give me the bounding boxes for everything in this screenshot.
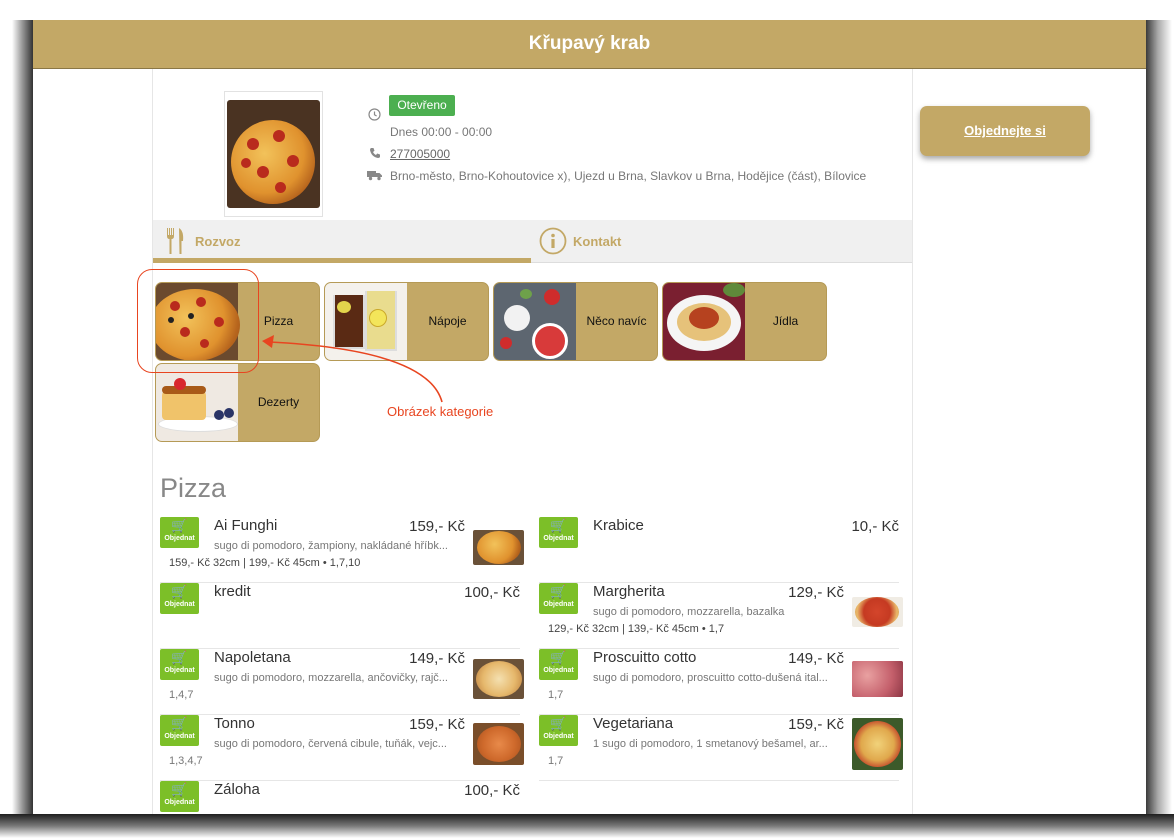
header-bar: Křupavý krab	[33, 20, 1146, 69]
product-item[interactable]: 🛒 Objednat Ai Funghi 159,- Kč sugo di pom…	[160, 517, 524, 583]
add-to-cart-button[interactable]: 🛒 Objednat	[160, 781, 199, 812]
cart-icon: 🛒	[171, 518, 188, 533]
cart-icon: 🛒	[550, 716, 567, 731]
tab-bar: Rozvoz Kontakt	[153, 220, 912, 263]
product-price: 129,- Kč	[788, 584, 844, 601]
category-neco-navic[interactable]: Něco navíc	[493, 282, 658, 361]
cart-icon: 🛒	[550, 584, 567, 599]
add-to-cart-button[interactable]: 🛒 Objednat	[539, 583, 578, 614]
product-allergens: 1,3,4,7	[169, 755, 203, 767]
add-to-cart-button[interactable]: 🛒 Objednat	[160, 649, 199, 680]
tab-kontakt[interactable]: Kontakt	[531, 220, 912, 262]
product-price: 159,- Kč	[409, 518, 465, 535]
cart-icon: 🛒	[171, 650, 188, 665]
product-item[interactable]: 🛒 Objednat Krabice 10,- Kč	[539, 517, 899, 583]
cart-icon: 🛒	[171, 782, 188, 797]
section-title: Pizza	[160, 473, 227, 503]
product-item[interactable]: 🛒 Objednat Tonno 159,- Kč sugo di pomodor…	[160, 715, 524, 781]
product-thumbnail	[473, 530, 524, 565]
product-name: Margherita	[593, 583, 665, 600]
product-thumbnail	[473, 659, 524, 699]
delivery-truck-icon	[367, 169, 383, 184]
pizza-photo	[227, 100, 320, 208]
product-item[interactable]: 🛒 Objednat Margherita 129,- Kč sugo di po…	[539, 583, 903, 649]
add-to-cart-button[interactable]: 🛒 Objednat	[539, 649, 578, 680]
product-allergens: 1,4,7	[169, 689, 194, 701]
add-to-cart-button[interactable]: 🛒 Objednat	[160, 517, 199, 548]
category-label: Jídla	[772, 314, 799, 328]
product-allergens: 1,7	[548, 755, 564, 767]
product-name: Proscuitto cotto	[593, 649, 697, 666]
product-price: 149,- Kč	[788, 650, 844, 667]
annotation-label: Obrázek kategorie	[387, 404, 494, 419]
cart-icon: 🛒	[550, 650, 567, 665]
add-to-cart-button[interactable]: 🛒 Objednat	[160, 715, 199, 746]
product-item[interactable]: 🛒 Objednat kredit 100,- Kč	[160, 583, 520, 649]
annotation-arrow	[262, 335, 443, 403]
add-to-cart-button[interactable]: 🛒 Objednat	[539, 715, 578, 746]
product-thumbnail	[852, 718, 903, 770]
product-description: sugo di pomodoro, žampiony, nakládané hř…	[214, 540, 448, 552]
status-badge: Otevřeno	[389, 95, 455, 116]
product-price: 149,- Kč	[409, 650, 465, 667]
product-item[interactable]: 🛒 Objednat Záloha 100,- Kč	[160, 781, 520, 821]
product-thumbnail	[852, 597, 903, 627]
product-name: kredit	[214, 583, 251, 600]
product-price: 159,- Kč	[788, 716, 844, 733]
annotation-highlight	[137, 269, 259, 373]
order-button[interactable]: Objednejte si	[920, 106, 1090, 156]
phone-icon	[369, 147, 381, 162]
window-shadow-left	[0, 20, 34, 838]
restaurant-title: Křupavý krab	[528, 33, 651, 54]
product-name: Vegetariana	[593, 715, 674, 732]
product-price: 10,- Kč	[851, 518, 899, 535]
product-price: 159,- Kč	[409, 716, 465, 733]
tab-rozvoz-label: Rozvoz	[195, 234, 241, 249]
product-item[interactable]: 🛒 Objednat Proscuitto cotto 149,- Kč sugo…	[539, 649, 903, 715]
product-description: sugo di pomodoro, červená cibule, tuňák,…	[214, 738, 447, 750]
cart-icon: 🛒	[171, 716, 188, 731]
product-price: 100,- Kč	[464, 782, 520, 799]
product-sizes: 159,- Kč 32cm | 199,- Kč 45cm • 1,7,10	[169, 557, 361, 569]
restaurant-image	[224, 91, 323, 217]
product-name: Tonno	[214, 715, 255, 732]
category-image	[663, 283, 745, 360]
add-to-cart-button[interactable]: 🛒 Objednat	[160, 583, 199, 614]
add-to-cart-button[interactable]: 🛒 Objednat	[539, 517, 578, 548]
phone-link[interactable]: 277005000	[390, 147, 450, 161]
product-name: Krabice	[593, 517, 644, 534]
product-item[interactable]: 🛒 Objednat Vegetariana 159,- Kč 1 sugo di…	[539, 715, 903, 781]
product-description: sugo di pomodoro, mozzarella, ančovičky,…	[214, 672, 448, 684]
window-shadow-right	[1146, 20, 1174, 838]
product-name: Napoletana	[214, 649, 291, 666]
category-image	[494, 283, 576, 360]
clock-icon	[368, 108, 381, 124]
product-name: Záloha	[214, 781, 260, 798]
category-jidla[interactable]: Jídla	[662, 282, 827, 361]
opening-hours: Dnes 00:00 - 00:00	[390, 125, 493, 139]
tab-kontakt-label: Kontakt	[573, 234, 622, 249]
fork-knife-icon	[165, 227, 185, 260]
product-thumbnail	[852, 661, 903, 697]
product-price: 100,- Kč	[464, 584, 520, 601]
product-item[interactable]: 🛒 Objednat Napoletana 149,- Kč sugo di po…	[160, 649, 524, 715]
product-sizes: 129,- Kč 32cm | 139,- Kč 45cm • 1,7	[548, 623, 725, 635]
cart-icon: 🛒	[550, 518, 567, 533]
product-description: sugo di pomodoro, mozzarella, bazalka	[593, 606, 785, 618]
product-thumbnail	[473, 723, 524, 765]
category-label: Něco navíc	[586, 314, 647, 328]
tab-active-indicator	[153, 258, 531, 263]
info-icon	[539, 227, 567, 260]
tab-rozvoz[interactable]: Rozvoz	[153, 220, 531, 263]
category-image	[156, 364, 238, 441]
product-description: 1 sugo di pomodoro, 1 smetanový bešamel,…	[593, 738, 828, 750]
product-allergens: 1,7	[548, 689, 564, 701]
cart-icon: 🛒	[171, 584, 188, 599]
product-description: sugo di pomodoro, proscuitto cotto-dušen…	[593, 672, 828, 684]
delivery-areas: Brno-město, Brno-Kohoutovice x), Ujezd u…	[390, 169, 867, 183]
product-name: Ai Funghi	[214, 517, 278, 534]
